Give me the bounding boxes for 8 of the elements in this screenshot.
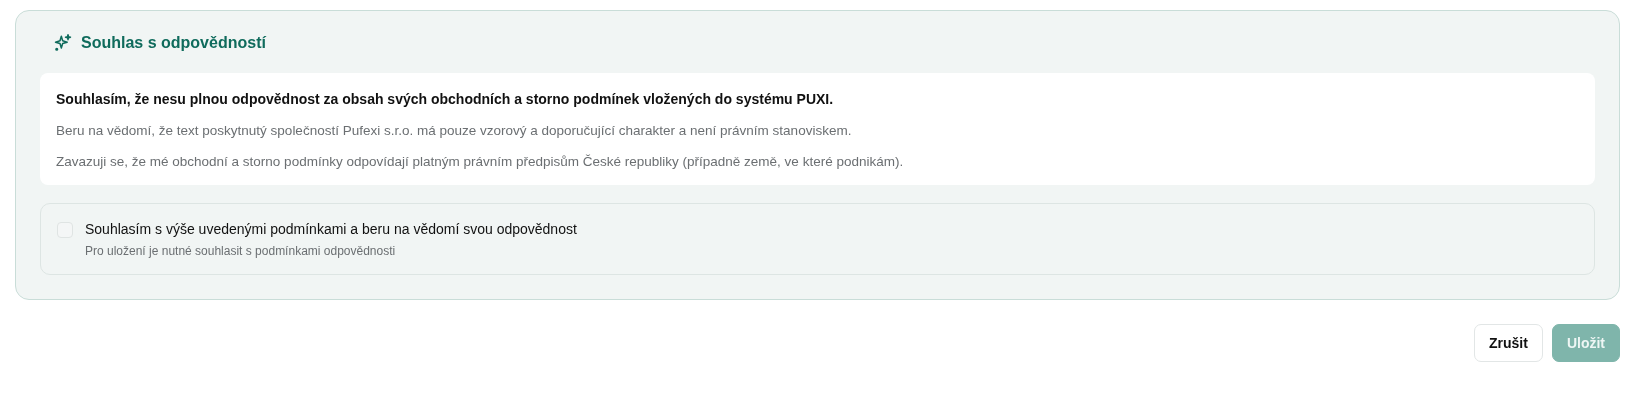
agreement-hint: Pro uložení je nutné souhlasit s podmínkami odpovědnosti — [85, 244, 397, 258]
cancel-button[interactable]: Zrušit — [1474, 324, 1543, 362]
sparkle-icon — [53, 33, 73, 53]
agreement-label: Souhlasím s výše uvedenými podmínkami a beru na vědomí svou odpovědnost — [85, 221, 577, 237]
notice-paragraph: Beru na vědomí, že text poskytnutý společností Pufexi s.r.o. má pouze vzorový a doporučující charakter a není právním stanoviskem. — [56, 123, 853, 138]
notice-paragraph: Zavazuji se, že mé obchodní a storno podmínky odpovídají platným právním předpisům České republiky (případně země, ve které podnikám). — [56, 154, 905, 169]
notice-heading: Souhlasím, že nesu plnou odpovědnost za obsah svých obchodních a storno podmínek vložených do systému PUXI. — [56, 91, 835, 107]
section-title: Souhlas s odpovědností — [81, 34, 266, 52]
